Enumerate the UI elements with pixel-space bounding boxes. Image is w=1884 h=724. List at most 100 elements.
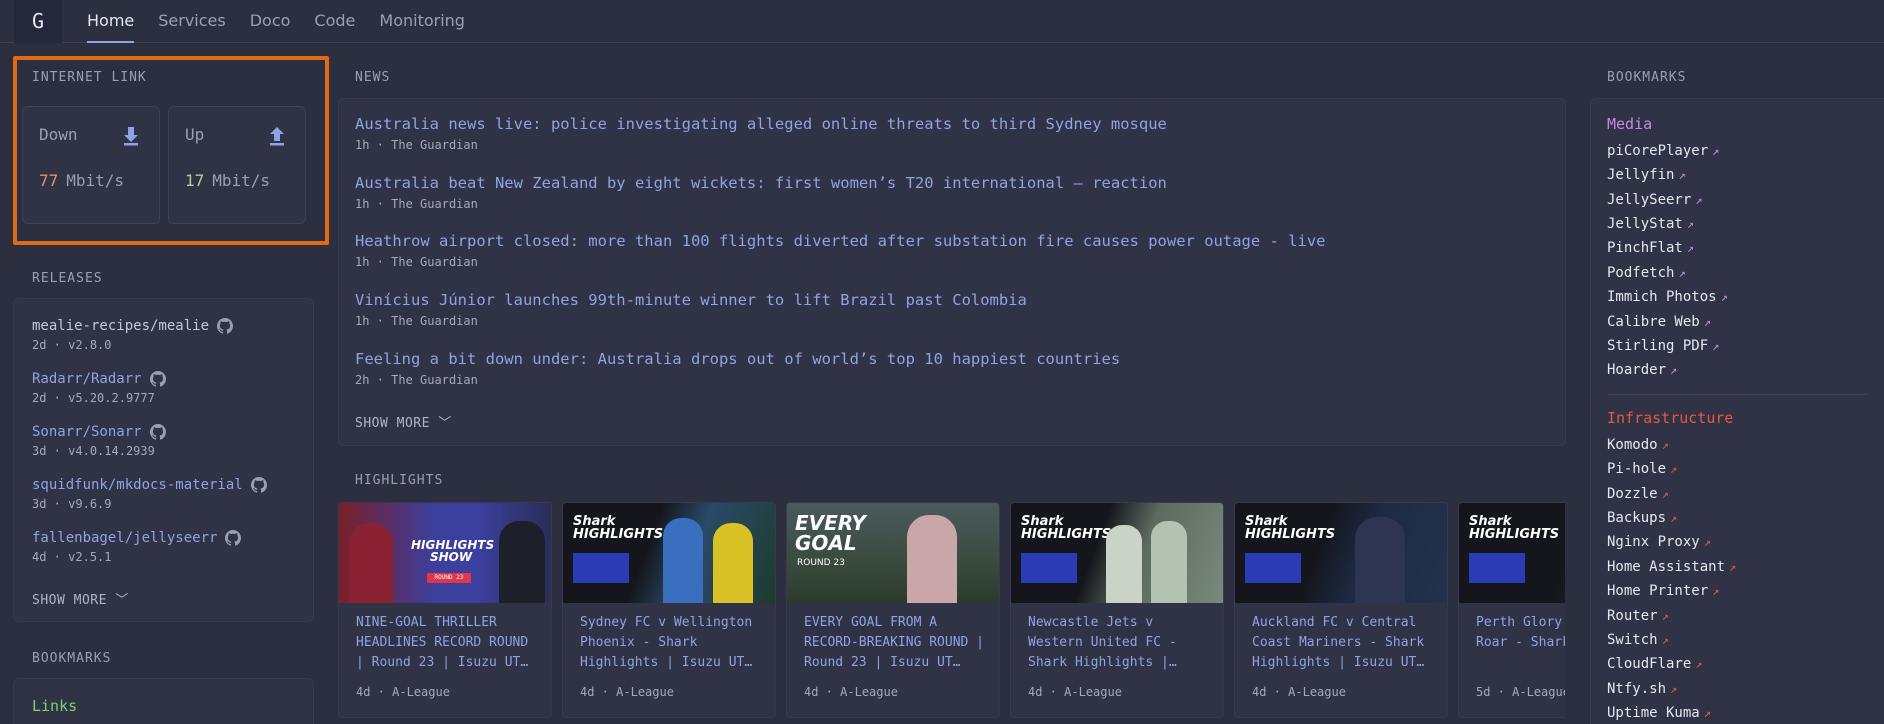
release-name[interactable]: mealie-recipes/mealie xyxy=(32,318,234,334)
video-title-link[interactable]: Newcastle Jets v Western United FC - Sha… xyxy=(1028,613,1214,673)
bookmark-link[interactable]: Stirling PDF ↗ xyxy=(1607,338,1719,354)
release-name-text[interactable]: mealie-recipes/mealie xyxy=(32,318,209,334)
bookmark-link[interactable]: Pi-hole ↗ xyxy=(1607,461,1677,477)
bookmark-label[interactable]: piCorePlayer xyxy=(1607,143,1708,159)
news-headline-link[interactable]: Australia beat New Zealand by eight wick… xyxy=(355,174,1167,192)
bookmark-label[interactable]: Router xyxy=(1607,608,1658,624)
external-arrow-icon: ↗ xyxy=(1678,168,1686,182)
bookmark-link[interactable]: PinchFlat ↗ xyxy=(1607,240,1694,256)
video-title-link[interactable]: Sydney FC v Wellington Phoenix - Shark H… xyxy=(580,613,766,673)
news-headline-link[interactable]: Australia news live: police investigatin… xyxy=(355,115,1167,133)
bookmark-label[interactable]: Home Printer xyxy=(1607,583,1708,599)
bookmark-label[interactable]: Uptime Kuma xyxy=(1607,705,1700,721)
bookmark-label[interactable]: Pi-hole xyxy=(1607,461,1666,477)
bookmark-link[interactable]: Hoarder ↗ xyxy=(1607,362,1677,378)
news-source: The Guardian xyxy=(391,197,478,211)
release-name[interactable]: fallenbagel/jellyseerr xyxy=(32,530,242,546)
bookmark-label[interactable]: CloudFlare xyxy=(1607,656,1691,672)
release-name-text[interactable]: Radarr/Radarr xyxy=(32,371,142,387)
thumbnail-caption: Shark HIGHLIGHTS xyxy=(573,514,664,542)
bookmark-link[interactable]: Podfetch ↗ xyxy=(1607,265,1686,281)
bookmark-label[interactable]: Immich Photos xyxy=(1607,289,1717,305)
bookmark-label[interactable]: Calibre Web xyxy=(1607,314,1700,330)
releases-show-more-button[interactable]: SHOW MORE ﹀ xyxy=(32,589,129,608)
release-name[interactable]: Sonarr/Sonarr xyxy=(32,424,166,440)
news-headline-link[interactable]: Heathrow airport closed: more than 100 f… xyxy=(355,232,1326,250)
thumbnail-caption: EVERY GOAL xyxy=(795,511,866,555)
bookmark-label[interactable]: Dozzle xyxy=(1607,486,1658,502)
nav-home[interactable]: Home xyxy=(87,0,135,43)
release-name[interactable]: squidfunk/mkdocs-material xyxy=(32,477,267,493)
bookmark-label[interactable]: Stirling PDF xyxy=(1607,338,1708,354)
bookmark-label[interactable]: Switch xyxy=(1607,632,1658,648)
bookmark-link[interactable]: piCorePlayer ↗ xyxy=(1607,143,1719,159)
video-title-link[interactable]: Perth Glory v Brisbane Roar - Shark High… xyxy=(1476,613,1565,653)
release-name-text[interactable]: Sonarr/Sonarr xyxy=(32,424,142,440)
release-name[interactable]: Radarr/Radarr xyxy=(32,371,166,387)
nav-services[interactable]: Services xyxy=(158,0,225,43)
video-card[interactable]: Shark HIGHLIGHTS Perth Glory v Brisbane … xyxy=(1458,502,1565,718)
video-meta: 4d · A-League xyxy=(356,685,450,699)
links-group-title: Links xyxy=(32,697,78,715)
nav-doco[interactable]: Doco xyxy=(250,0,291,43)
bookmark-label[interactable]: Nginx Proxy xyxy=(1607,534,1700,550)
external-arrow-icon: ↗ xyxy=(1712,144,1720,158)
player-figure xyxy=(663,518,703,603)
news-show-more-button[interactable]: SHOW MORE ﹀ xyxy=(355,412,452,431)
logo[interactable]: G xyxy=(14,0,62,43)
video-channel: A-League xyxy=(1512,685,1565,699)
nav-monitoring[interactable]: Monitoring xyxy=(379,0,465,43)
video-card[interactable]: HIGHLIGHTS SHOW ROUND 23 NINE-GOAL THRIL… xyxy=(338,502,552,718)
video-thumbnail[interactable]: Shark HIGHLIGHTS xyxy=(1235,503,1447,603)
bookmark-link[interactable]: Nginx Proxy ↗ xyxy=(1607,534,1711,550)
bookmark-label[interactable]: Ntfy.sh xyxy=(1607,681,1666,697)
bookmark-link[interactable]: Calibre Web ↗ xyxy=(1607,314,1711,330)
bookmark-label[interactable]: JellyStat xyxy=(1607,216,1683,232)
video-meta: 4d · A-League xyxy=(1252,685,1346,699)
nav-code[interactable]: Code xyxy=(314,0,355,43)
bookmark-label[interactable]: Podfetch xyxy=(1607,265,1674,281)
video-card[interactable]: Shark HIGHLIGHTS Newcastle Jets v Wester… xyxy=(1010,502,1224,718)
score-panel xyxy=(1469,553,1525,583)
bookmark-link[interactable]: Immich Photos ↗ xyxy=(1607,289,1728,305)
bookmark-link[interactable]: Komodo ↗ xyxy=(1607,437,1669,453)
video-card[interactable]: Shark HIGHLIGHTS Sydney FC v Wellington … xyxy=(562,502,776,718)
bookmark-link[interactable]: Jellyfin ↗ xyxy=(1607,167,1686,183)
video-thumbnail[interactable]: Shark HIGHLIGHTS xyxy=(1459,503,1565,603)
release-name-text[interactable]: squidfunk/mkdocs-material xyxy=(32,477,243,493)
video-title-link[interactable]: NINE-GOAL THRILLER HEADLINES RECORD ROUN… xyxy=(356,613,542,673)
bookmark-link[interactable]: Uptime Kuma ↗ xyxy=(1607,705,1711,721)
video-thumbnail[interactable]: Shark HIGHLIGHTS xyxy=(563,503,775,603)
bookmark-link[interactable]: Home Assistant ↗ xyxy=(1607,559,1736,575)
bookmark-label[interactable]: PinchFlat xyxy=(1607,240,1683,256)
bookmark-link[interactable]: Ntfy.sh ↗ xyxy=(1607,681,1677,697)
bookmark-link[interactable]: Home Printer ↗ xyxy=(1607,583,1719,599)
video-title-link[interactable]: Auckland FC v Central Coast Mariners - S… xyxy=(1252,613,1438,673)
release-name-text[interactable]: fallenbagel/jellyseerr xyxy=(32,530,217,546)
news-source: The Guardian xyxy=(391,255,478,269)
bookmark-label[interactable]: Home Assistant xyxy=(1607,559,1725,575)
video-age: 4d xyxy=(1028,685,1043,699)
bookmark-link[interactable]: JellySeerr ↗ xyxy=(1607,192,1703,208)
bookmark-label[interactable]: Hoarder xyxy=(1607,362,1666,378)
news-headline-link[interactable]: Vinícius Júnior launches 99th-minute win… xyxy=(355,291,1027,309)
bookmark-label[interactable]: Komodo xyxy=(1607,437,1658,453)
bookmark-link[interactable]: Switch ↗ xyxy=(1607,632,1669,648)
video-card[interactable]: Shark HIGHLIGHTS Auckland FC v Central C… xyxy=(1234,502,1448,718)
bookmark-link[interactable]: CloudFlare ↗ xyxy=(1607,656,1703,672)
bookmark-link[interactable]: Router ↗ xyxy=(1607,608,1669,624)
video-title-link[interactable]: EVERY GOAL FROM A RECORD-BREAKING ROUND … xyxy=(804,613,990,673)
bookmark-link[interactable]: Dozzle ↗ xyxy=(1607,486,1669,502)
bookmark-link[interactable]: Backups ↗ xyxy=(1607,510,1677,526)
bookmark-label[interactable]: Backups xyxy=(1607,510,1666,526)
bookmark-label[interactable]: Jellyfin xyxy=(1607,167,1674,183)
video-thumbnail[interactable]: HIGHLIGHTS SHOW ROUND 23 xyxy=(339,503,551,603)
video-thumbnail[interactable]: EVERY GOAL ROUND 23 xyxy=(787,503,999,603)
release-meta: 3d · v9.6.9 xyxy=(32,497,112,511)
external-arrow-icon: ↗ xyxy=(1712,339,1720,353)
bookmark-link[interactable]: JellyStat ↗ xyxy=(1607,216,1694,232)
bookmark-label[interactable]: JellySeerr xyxy=(1607,192,1691,208)
news-headline-link[interactable]: Feeling a bit down under: Australia drop… xyxy=(355,350,1120,368)
video-thumbnail[interactable]: Shark HIGHLIGHTS xyxy=(1011,503,1223,603)
video-card[interactable]: EVERY GOAL ROUND 23 EVERY GOAL FROM A RE… xyxy=(786,502,1000,718)
